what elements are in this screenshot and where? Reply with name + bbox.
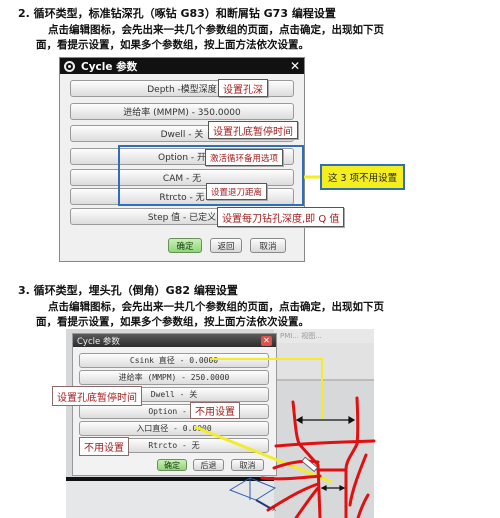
back-button[interactable]: 返回 [210,238,242,253]
param-csink-diameter-button[interactable]: Csink 直径 - 0.0000 [79,353,269,368]
cancel-button[interactable]: 取消 [231,459,264,471]
section-2-heading: 2. 循环类型，标准钻深孔（啄钻 G83）和断屑钻 G73 编程设置 [18,7,336,20]
annotation-option: 激活循环备用选项 [205,149,284,166]
param-entry-diameter-button[interactable]: 入口直径 - 0.0000 [79,421,269,436]
section-3-paragraph-line-2: 面，看提示设置，如果多个参数组，按上面方法依次设置。 [36,316,309,328]
section-2-paragraph-line-1: 点击编辑图标，会先出来一共几个参数组的页面，点击确定，出现如下页 [48,24,384,36]
dialog-title: Cycle 参数 [77,336,120,347]
toolbar-band [274,343,374,381]
param-feedrate-button[interactable]: 进给率 (MMPM) - 350.0000 [70,103,294,120]
section-3-heading: 3. 循环类型，埋头孔（倒角）G82 编程设置 [18,284,238,297]
annotation-rtrcto: 设置退刀距离 [206,183,268,200]
annotation-step: 设置每刀钻孔深度,即 Q 值 [217,207,345,227]
cancel-button[interactable]: 取消 [250,238,286,253]
gear-icon [64,60,75,72]
param-option-button[interactable]: Option - 关 [79,404,269,419]
ok-button[interactable]: 确定 [168,238,202,253]
ok-button[interactable]: 确定 [157,459,187,471]
dialog-titlebar: Cycle 参数 ✕ [60,58,304,74]
dialog-titlebar: Cycle 参数 ✕ [73,334,276,347]
background-tabs: PMI... 视图... [274,329,374,343]
section-3-paragraph-line-1: 点击编辑图标，会先出来一共几个参数组的页面，点击确定，出现如下页 [48,301,384,313]
section-2-paragraph-line-2: 面，看提示设置，如果多个参数组，按上面方法依次设置。 [36,39,309,51]
annotation-group-note: 这 3 项不用设置 [320,164,405,190]
annotation-option: 不用设置 [190,402,240,419]
param-feedrate-button[interactable]: 进给率 (MMPM) - 250.0000 [79,370,269,385]
annotation-rtrcto: 不用设置 [79,437,129,456]
annotation-depth: 设置孔深 [218,79,268,97]
annotation-dwell: 设置孔底暂停时间 [52,386,142,406]
close-icon[interactable]: ✕ [261,335,272,346]
lower-pane [66,477,274,518]
annotation-dwell: 设置孔底暂停时间 [208,121,298,139]
close-icon[interactable]: ✕ [290,59,300,73]
dialog-title: Cycle 参数 [81,60,138,73]
back-button[interactable]: 后退 [193,459,224,471]
